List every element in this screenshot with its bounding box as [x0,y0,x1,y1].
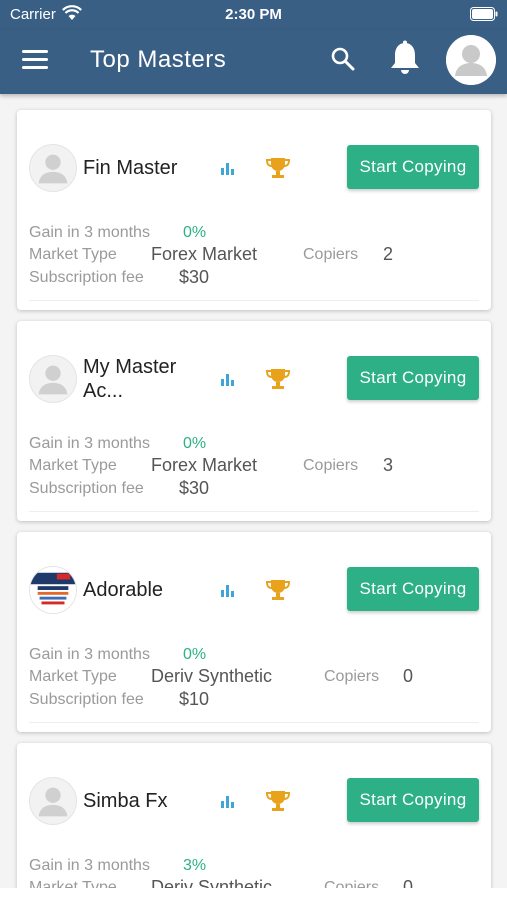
market-type-label: Market Type [29,457,117,474]
avatar-icon [38,154,68,184]
master-name[interactable]: My Master Ac... [83,355,213,403]
subscription-fee-label: Subscription fee [29,480,144,497]
app-bar: Top Masters [0,30,507,94]
copiers-label: Copiers [324,879,380,888]
gain-value: 0% [183,224,207,241]
master-avatar[interactable] [29,144,77,192]
master-avatar[interactable] [29,355,77,403]
start-copying-button[interactable]: Start Copying [347,145,479,189]
master-card: Fin Master Start Copying Gain in 3 month… [17,110,491,310]
master-card: My Master Ac... Start Copying Gain in 3 … [17,321,491,521]
trophy-icon[interactable] [265,789,291,813]
master-name[interactable]: Fin Master [83,156,213,180]
gain-label: Gain in 3 months [29,224,150,241]
bell-icon[interactable] [388,40,422,76]
copiers-value: 2 [383,244,394,264]
search-icon[interactable] [330,46,356,72]
start-copying-button[interactable]: Start Copying [347,567,479,611]
market-type-value: Forex Market [151,455,258,475]
gain-label: Gain in 3 months [29,435,150,452]
market-type-label: Market Type [29,668,117,685]
master-card: Adorable Start Copying Gain in 3 months … [17,532,491,732]
master-name[interactable]: Adorable [83,578,213,602]
trophy-icon[interactable] [265,578,291,602]
bottom-safe-area [0,888,507,900]
subscription-fee-value: $30 [179,267,210,287]
subscription-fee-label: Subscription fee [29,691,144,708]
divider [29,722,479,723]
avatar-icon [38,365,68,395]
copiers-label: Copiers [303,246,359,263]
start-copying-button[interactable]: Start Copying [347,778,479,822]
subscription-fee-value: $10 [179,689,210,709]
master-card: Simba Fx Start Copying Gain in 3 months … [17,743,491,888]
status-bar: Carrier 2:30 PM [0,0,507,30]
trophy-icon[interactable] [265,367,291,391]
gain-label: Gain in 3 months [29,857,150,874]
status-time: 2:30 PM [225,6,282,23]
battery-icon [470,7,498,21]
masters-list[interactable]: Fin Master Start Copying Gain in 3 month… [0,94,507,888]
copiers-value: 0 [403,877,414,888]
stats-icon[interactable] [220,160,236,176]
stats-icon[interactable] [220,793,236,809]
avatar-image [30,567,76,613]
copiers-label: Copiers [324,668,380,685]
copiers-value: 3 [383,455,394,475]
gain-value: 3% [183,857,207,874]
copiers-label: Copiers [303,457,359,474]
trophy-icon[interactable] [265,156,291,180]
master-avatar[interactable] [29,566,77,614]
profile-avatar[interactable] [446,35,496,85]
start-copying-button[interactable]: Start Copying [347,356,479,400]
gain-label: Gain in 3 months [29,646,150,663]
divider [29,300,479,301]
master-avatar[interactable] [29,777,77,825]
market-type-value: Deriv Synthetic [151,666,273,686]
stats-icon[interactable] [220,371,236,387]
subscription-fee-label: Subscription fee [29,269,144,286]
market-type-value: Forex Market [151,244,258,264]
stats-icon[interactable] [220,582,236,598]
market-type-label: Market Type [29,879,117,888]
divider [29,511,479,512]
avatar-icon [38,787,68,817]
menu-icon[interactable] [22,50,48,70]
page-title: Top Masters [90,46,227,73]
copiers-value: 0 [403,666,414,686]
gain-value: 0% [183,435,207,452]
subscription-fee-value: $30 [179,478,210,498]
market-type-label: Market Type [29,246,117,263]
avatar-icon [446,35,496,85]
gain-value: 0% [183,646,207,663]
master-name[interactable]: Simba Fx [83,789,213,813]
market-type-value: Deriv Synthetic [151,877,273,888]
